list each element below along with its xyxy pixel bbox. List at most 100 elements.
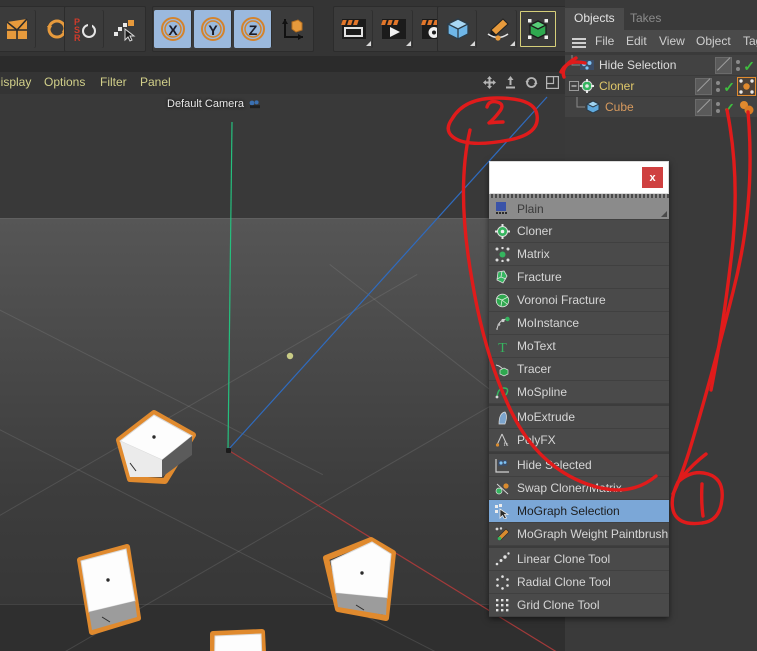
disable-tag-icon[interactable] — [695, 99, 713, 116]
plain-effector-icon — [496, 202, 507, 214]
object-manager-tabs: Objects Takes — [565, 8, 757, 30]
viewport-menu-filter[interactable]: Filter — [100, 75, 127, 89]
lock-z-axis-button[interactable]: Z — [234, 10, 272, 48]
visibility-dots-icon[interactable] — [715, 100, 720, 115]
om-menu-file[interactable]: File — [595, 34, 614, 48]
render-to-picture-viewer-button[interactable] — [375, 10, 413, 48]
om-menu-view[interactable]: View — [659, 34, 685, 48]
world-object-coordinates-button[interactable] — [274, 10, 312, 48]
phong-tag-icon[interactable] — [738, 99, 755, 116]
palette-search-row[interactable]: x — [489, 161, 669, 194]
hamburger-menu-icon[interactable] — [572, 38, 586, 48]
mograph-palette-popup[interactable]: x Plain Cloner Matrix Fracture Voronoi F… — [489, 161, 669, 617]
object-row-cube[interactable]: Cube ✓ — [565, 97, 757, 117]
enabled-check-icon[interactable]: ✓ — [743, 59, 755, 73]
svg-text:T: T — [498, 341, 507, 354]
object-row-cloner[interactable]: Cloner ✓ — [565, 76, 757, 96]
viewport-menu-display[interactable]: Display — [0, 75, 31, 89]
palette-item-label: MoSpline — [517, 385, 568, 399]
scale-camera-icon[interactable] — [504, 76, 517, 89]
toolbar-group-axis-lock: X Y Z — [152, 6, 314, 52]
object-row-tags: ✓ — [695, 99, 755, 116]
om-menu-object[interactable]: Object — [696, 34, 731, 48]
visibility-dots-icon[interactable] — [715, 79, 720, 94]
add-generator-button[interactable] — [519, 10, 557, 48]
mograph-selection-tag-icon[interactable] — [737, 77, 756, 96]
motext-icon: T — [498, 341, 507, 354]
disable-tag-icon[interactable] — [695, 78, 713, 95]
rotate-camera-icon[interactable] — [525, 76, 538, 89]
object-row-tags: ✓ — [695, 77, 756, 96]
palette-item-label: MoText — [517, 339, 556, 353]
palette-item-plain[interactable]: Plain — [489, 198, 669, 220]
disable-tag-icon[interactable] — [715, 57, 733, 74]
visibility-dots-icon[interactable] — [735, 58, 740, 73]
om-menu-edit[interactable]: Edit — [626, 34, 647, 48]
render-view-button[interactable] — [335, 10, 373, 48]
lock-y-axis-button[interactable]: Y — [194, 10, 232, 48]
voronoi-fracture-icon — [495, 293, 510, 307]
z-axis-icon: Z — [241, 17, 265, 41]
mograph-selection-tag-icon[interactable] — [580, 58, 594, 72]
snap-button[interactable] — [106, 10, 144, 48]
moinstance-icon — [496, 316, 510, 330]
clone-cube[interactable] — [62, 540, 172, 640]
palette-item-polyfx[interactable]: fx PolyFX — [489, 429, 669, 452]
palette-item-cloner[interactable]: Cloner — [489, 220, 669, 243]
flyout-corner-icon — [406, 41, 411, 46]
palette-item-swap-cloner-matrix[interactable]: Swap Cloner/Matrix — [489, 477, 669, 500]
enabled-check-icon[interactable]: ✓ — [723, 101, 735, 115]
palette-item-matrix[interactable]: Matrix — [489, 243, 669, 266]
radial-clone-tool-icon — [496, 574, 509, 590]
add-cube-button[interactable] — [439, 10, 477, 48]
object-row-label: Cube — [605, 100, 634, 114]
palette-item-mograph-selection[interactable]: MoGraph Selection — [489, 500, 669, 523]
palette-item-label: Voronoi Fracture — [517, 293, 606, 307]
lock-x-axis-button[interactable]: X — [154, 10, 192, 48]
object-row-label: Cloner — [599, 79, 635, 93]
palette-item-tracer[interactable]: Tracer — [489, 358, 669, 381]
palette-item-label: Radial Clone Tool — [517, 575, 611, 589]
palette-item-label: Linear Clone Tool — [517, 552, 611, 566]
palette-item-voronoi-fracture[interactable]: Voronoi Fracture — [489, 289, 669, 312]
palette-close-button[interactable]: x — [642, 167, 663, 188]
viewport-menu-options[interactable]: Options — [44, 75, 85, 89]
linear-clone-tool-icon — [495, 551, 510, 565]
psr-button[interactable]: P S R — [66, 10, 104, 48]
y-axis-icon: Y — [201, 17, 225, 41]
enabled-check-icon[interactable]: ✓ — [723, 80, 735, 94]
palette-item-radial-clone-tool[interactable]: Radial Clone Tool — [489, 571, 669, 594]
swap-cloner-matrix-icon — [495, 482, 509, 494]
palette-item-linear-clone-tool[interactable]: Linear Clone Tool — [489, 546, 669, 571]
svg-text:fx: fx — [504, 441, 509, 448]
palette-item-moinstance[interactable]: MoInstance — [489, 312, 669, 335]
mospline-icon — [495, 386, 509, 398]
add-spline-button[interactable] — [479, 10, 517, 48]
object-row-hide-selection[interactable]: Hide Selection ✓ — [565, 55, 757, 75]
palette-item-label: MoGraph Weight Paintbrush — [517, 527, 669, 541]
tab-takes[interactable]: Takes — [621, 8, 670, 30]
palette-item-hide-selected[interactable]: Hide Selected — [489, 452, 669, 477]
palette-item-motext[interactable]: T MoText — [489, 335, 669, 358]
palette-item-mospline[interactable]: MoSpline — [489, 381, 669, 404]
palette-item-grid-clone-tool[interactable]: Grid Clone Tool — [489, 594, 669, 617]
palette-item-moextrude[interactable]: MoExtrude — [489, 404, 669, 429]
tab-objects[interactable]: Objects — [565, 8, 624, 30]
maximize-viewport-icon[interactable] — [546, 76, 559, 89]
palette-item-fracture[interactable]: Fracture — [489, 266, 669, 289]
palette-search-input[interactable] — [494, 168, 638, 184]
clone-cube[interactable] — [314, 535, 424, 630]
world-origin-point — [226, 448, 231, 453]
cube-icon[interactable] — [586, 100, 600, 114]
make-editable-button[interactable] — [0, 10, 36, 48]
viewport-3d[interactable]: Default Camera — [0, 94, 565, 651]
svg-text:Z: Z — [249, 22, 258, 38]
move-camera-icon[interactable] — [483, 76, 496, 89]
cloner-icon[interactable] — [580, 79, 594, 93]
clone-cube[interactable] — [195, 622, 295, 651]
viewport-menu-panel[interactable]: Panel — [140, 75, 171, 89]
clone-cube[interactable] — [108, 405, 208, 500]
palette-item-label: MoGraph Selection — [517, 504, 620, 518]
om-menu-tags[interactable]: Tag — [743, 34, 757, 48]
palette-item-mograph-weight-paintbrush[interactable]: MoGraph Weight Paintbrush — [489, 523, 669, 546]
